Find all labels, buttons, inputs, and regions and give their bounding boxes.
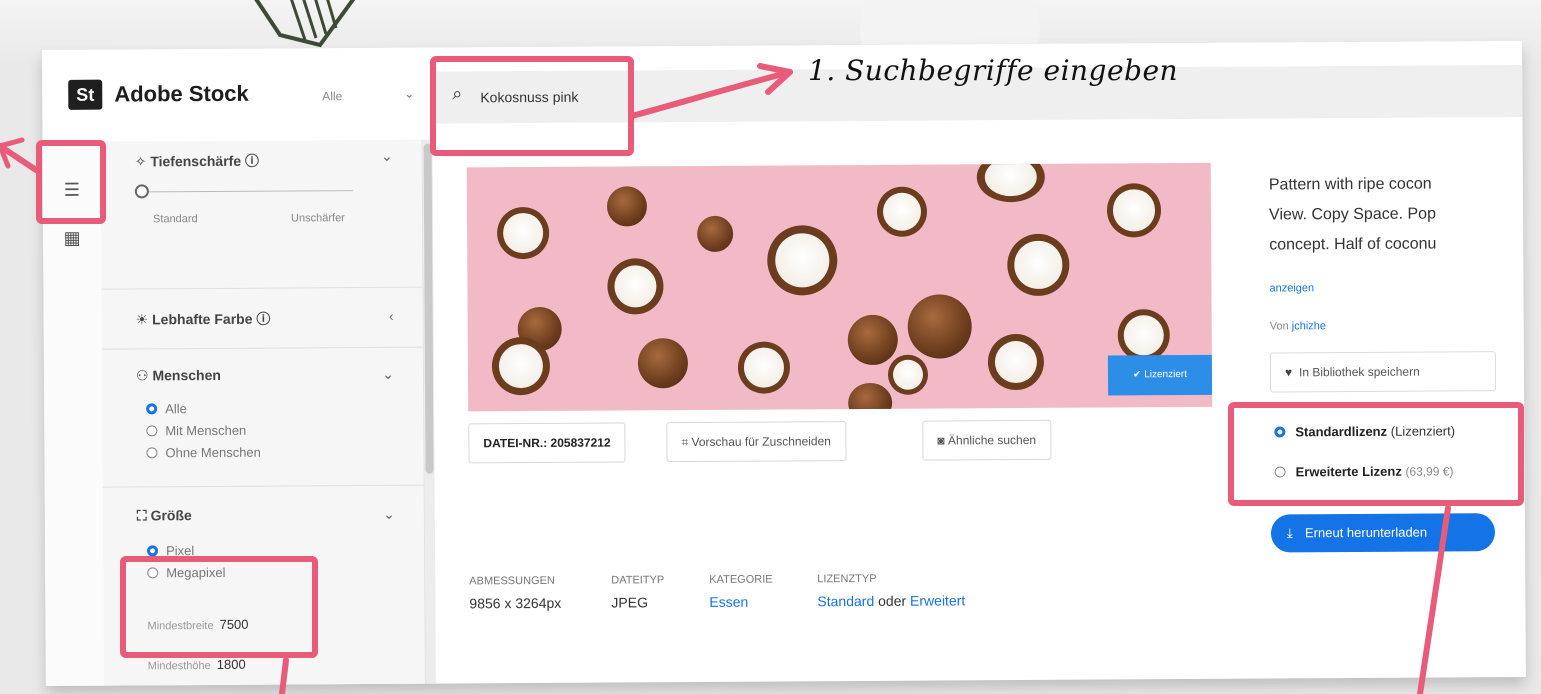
annotation-arrows: [0, 63, 1451, 694]
arrow-down-min-size: [279, 657, 289, 694]
arrow-down-license: [1417, 505, 1451, 694]
